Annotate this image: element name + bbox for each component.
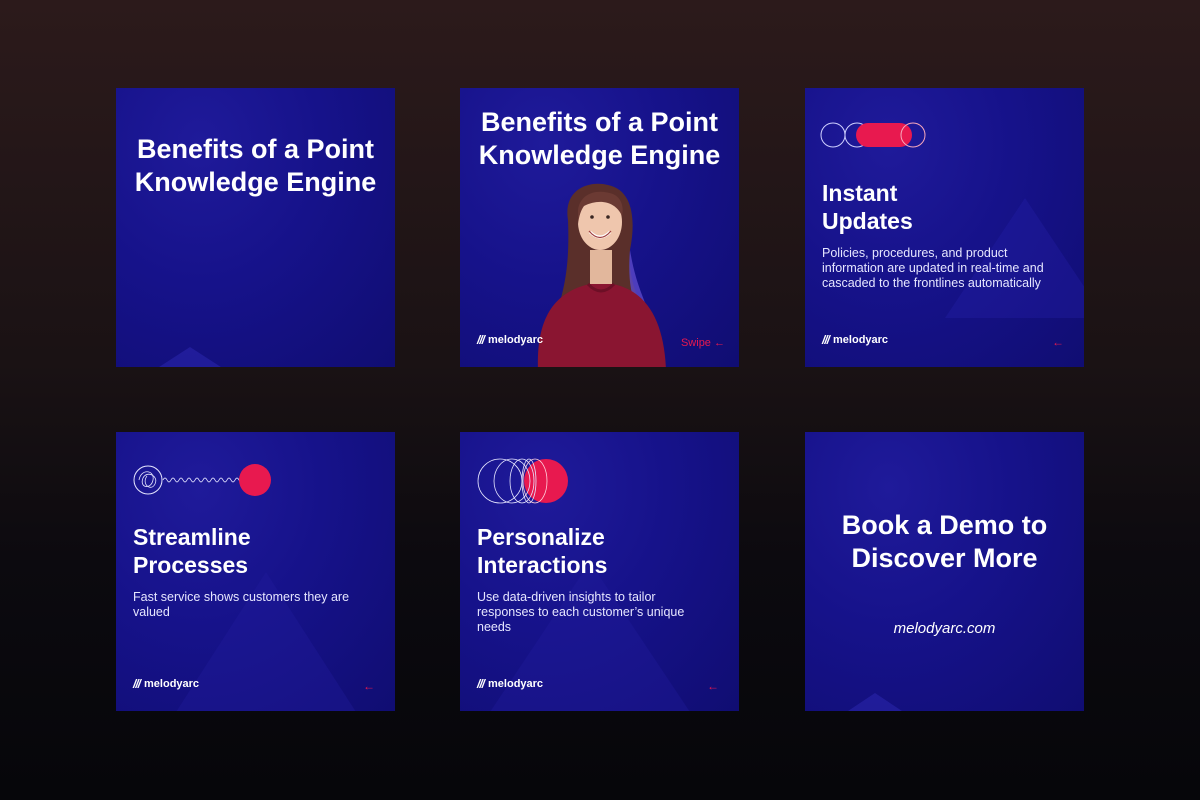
brand-name: melodyarc (833, 334, 889, 346)
brand-logo: /// melodyarc (822, 333, 888, 347)
swipe-hint[interactable]: Swipe ← (681, 337, 725, 349)
website-link[interactable]: melodyarc.com (805, 620, 1084, 637)
slide-card-5: Personalize Interactions Use data-driven… (460, 432, 739, 711)
next-arrow[interactable]: ← (707, 679, 719, 693)
melodyarc-logo-icon: /// (133, 677, 141, 691)
slide-card-1: Benefits of a Point Knowledge Engine (116, 88, 395, 367)
brand-name: melodyarc (488, 334, 544, 346)
card-heading: Personalize Interactions (477, 524, 608, 578)
scribble-wave-icon (133, 464, 271, 496)
circles-merge-icon (820, 122, 926, 148)
slide-card-3: Instant Updates Policies, procedures, an… (805, 88, 1084, 367)
melodyarc-logo-icon: /// (477, 333, 485, 347)
brand-name: melodyarc (488, 678, 544, 690)
brand-logo: /// melodyarc (477, 677, 543, 691)
interlocking-rings-icon (477, 458, 568, 504)
card-title: Book a Demo to Discover More (841, 510, 1048, 573)
next-arrow[interactable]: ← (1052, 335, 1064, 349)
card-title: Benefits of a Point Knowledge Engine (134, 134, 377, 197)
brand-logo: /// melodyarc (477, 333, 543, 347)
melodyarc-logo-icon: /// (822, 333, 830, 347)
brand-logo: /// melodyarc (133, 677, 199, 691)
card-body: Use data-driven insights to tailor respo… (477, 590, 685, 634)
card-heading: Streamline Processes (133, 524, 251, 578)
card-body: Policies, procedures, and product inform… (822, 246, 1044, 290)
slide-card-6: Book a Demo to Discover More melodyarc.c… (805, 432, 1084, 711)
slide-card-2: Benefits of a Point Knowledge Engine ///… (460, 88, 739, 367)
card-heading: Instant Updates (822, 180, 913, 234)
next-arrow[interactable]: ← (363, 679, 375, 693)
slide-card-4: Streamline Processes Fast service shows … (116, 432, 395, 711)
brand-name: melodyarc (144, 678, 200, 690)
card-title: Benefits of a Point Knowledge Engine (478, 107, 721, 170)
melodyarc-logo-icon: /// (477, 677, 485, 691)
card-body: Fast service shows customers they are va… (133, 590, 350, 619)
